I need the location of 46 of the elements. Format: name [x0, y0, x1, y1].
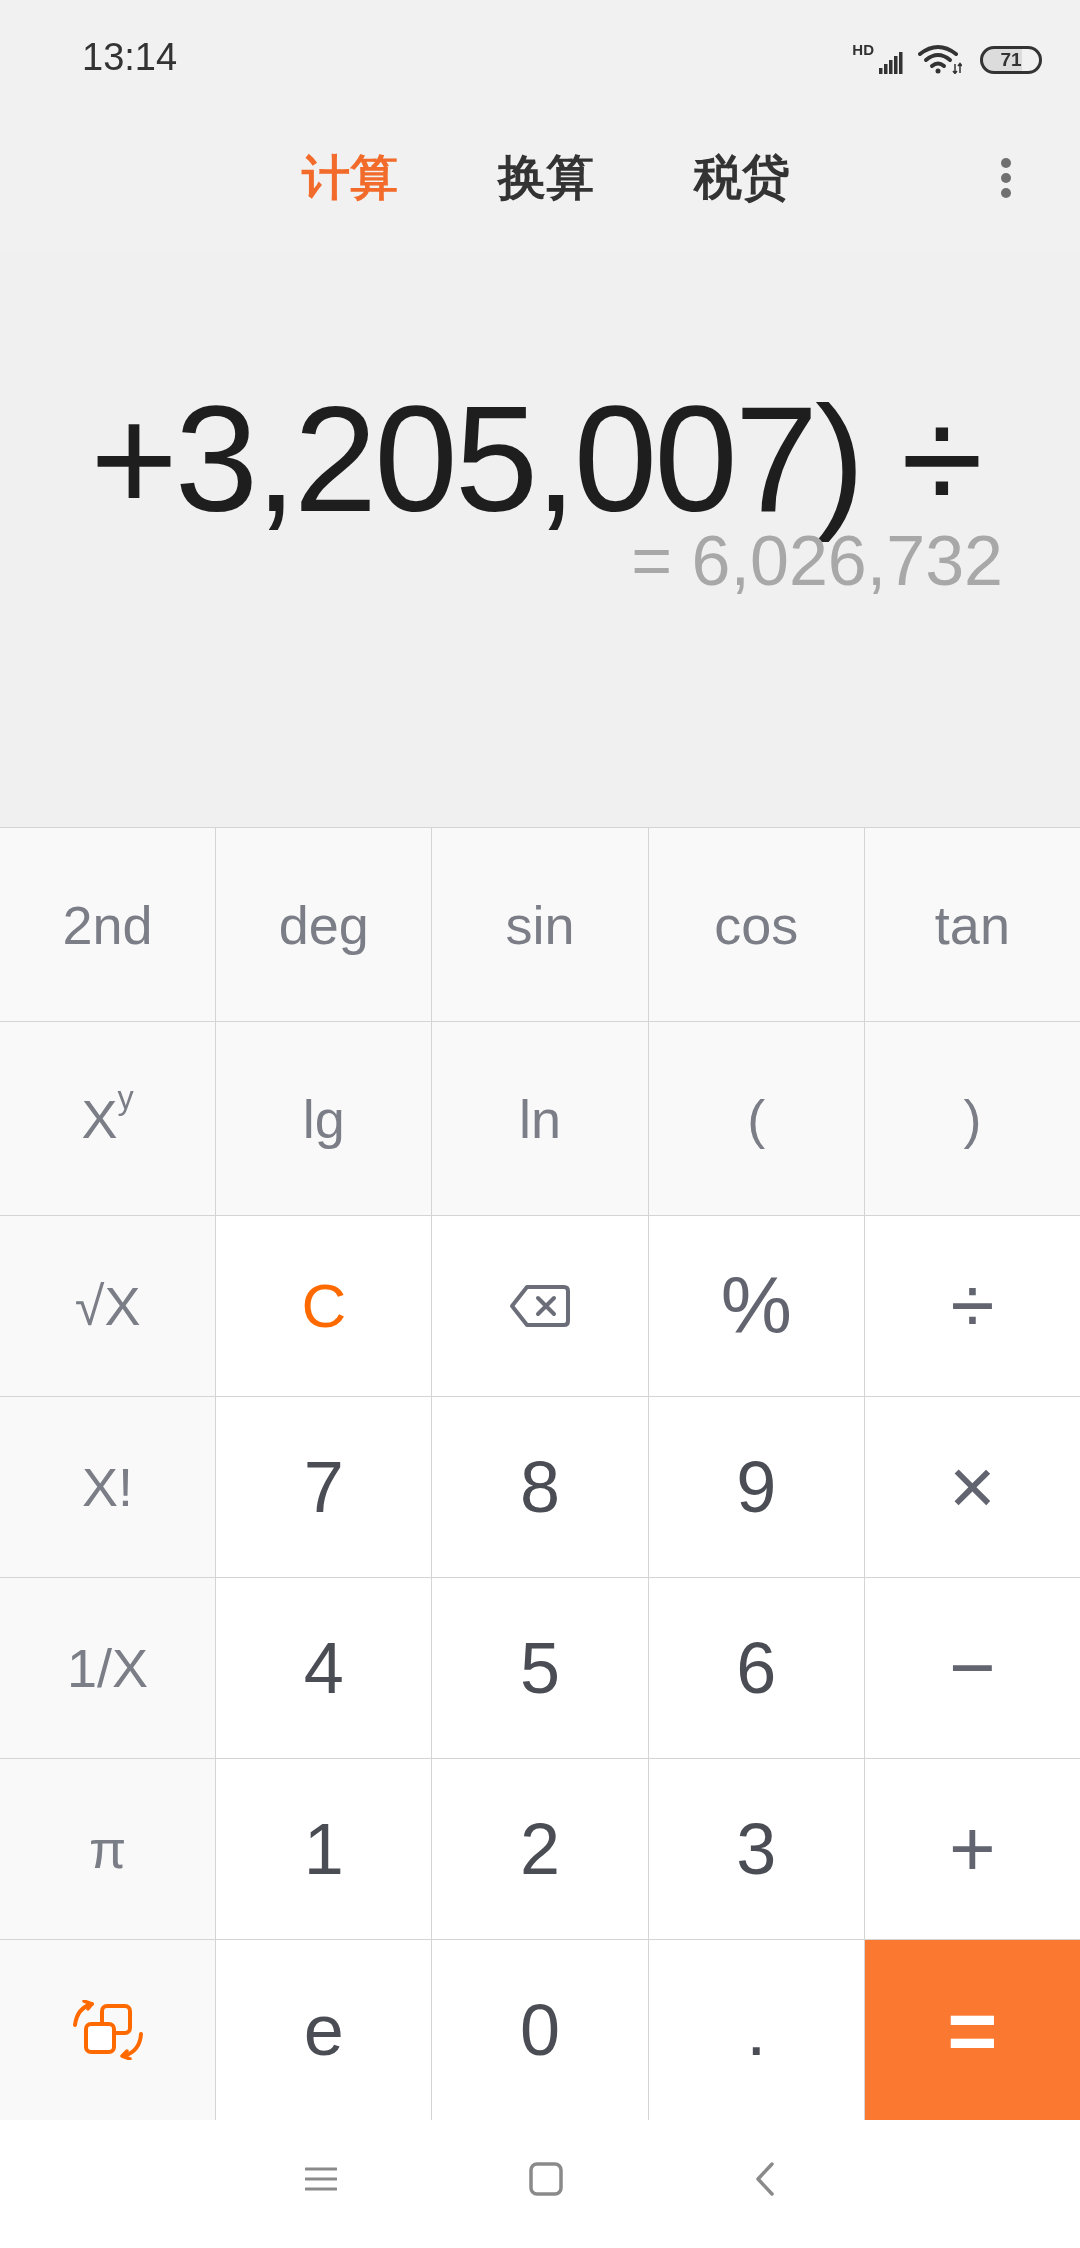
digit-key[interactable]: e [216, 1940, 432, 2120]
operator-key[interactable]: − [864, 1578, 1080, 1758]
signal-icon [878, 51, 904, 74]
mode-switch-key[interactable] [0, 1940, 216, 2120]
operator-key[interactable]: + [864, 1759, 1080, 1939]
menu-icon[interactable] [305, 2167, 337, 2191]
function-key[interactable]: X$^{y}$ [0, 1022, 216, 1215]
function-key[interactable]: 2nd [0, 828, 216, 1021]
operator-key[interactable]: × [864, 1397, 1080, 1577]
digit-key[interactable]: 2 [432, 1759, 648, 1939]
function-key[interactable]: 1/X [0, 1578, 216, 1758]
more-options-icon[interactable] [1000, 156, 1012, 199]
digit-key[interactable]: 0 [432, 1940, 648, 2120]
backspace-icon [509, 1284, 571, 1328]
digit-key[interactable]: 1 [216, 1759, 432, 1939]
digit-key[interactable]: . [648, 1940, 864, 2120]
function-key[interactable]: cos [648, 828, 864, 1021]
operator-key[interactable]: % [648, 1216, 864, 1396]
function-key[interactable]: deg [216, 828, 432, 1021]
digit-key[interactable]: 8 [432, 1397, 648, 1577]
digit-key[interactable]: 9 [648, 1397, 864, 1577]
function-key[interactable]: lg [216, 1022, 432, 1215]
function-key[interactable]: sin [432, 828, 648, 1021]
digit-key[interactable]: 7 [216, 1397, 432, 1577]
function-key[interactable]: tan [864, 828, 1080, 1021]
tab[interactable]: 税贷 [694, 148, 790, 207]
digit-key[interactable]: 4 [216, 1578, 432, 1758]
digit-key[interactable]: 5 [432, 1578, 648, 1758]
function-key[interactable]: ( [648, 1022, 864, 1215]
function-key[interactable]: X! [0, 1397, 216, 1577]
function-key[interactable]: √X [0, 1216, 216, 1396]
back-icon[interactable] [755, 2162, 775, 2196]
status-time: 13:14 [82, 36, 178, 79]
function-key[interactable]: ) [864, 1022, 1080, 1215]
tab[interactable]: 换算 [498, 148, 594, 207]
battery-indicator: 71 [980, 45, 1042, 74]
rotate-squares-icon [71, 2000, 144, 2060]
operator-key[interactable]: ÷ [864, 1216, 1080, 1396]
wifi-icon [918, 43, 962, 74]
function-key[interactable]: ln [432, 1022, 648, 1215]
network-type-label: HD [852, 41, 874, 57]
digit-key[interactable]: 6 [648, 1578, 864, 1758]
home-icon[interactable] [529, 2162, 563, 2196]
digit-key[interactable]: 3 [648, 1759, 864, 1939]
function-key[interactable]: π [0, 1759, 216, 1939]
backspace-key[interactable] [432, 1216, 648, 1396]
